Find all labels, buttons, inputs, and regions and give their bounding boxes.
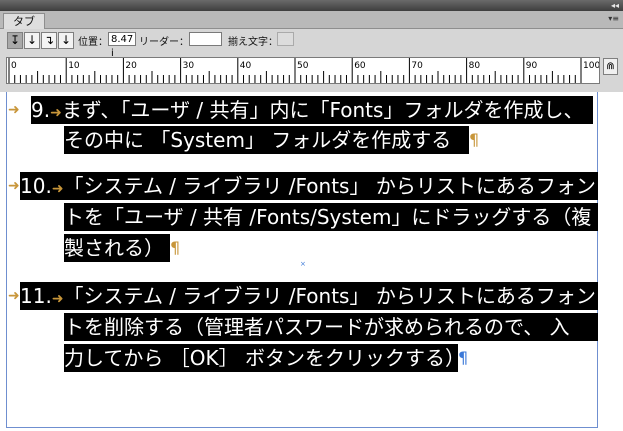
ruler-label: 30	[183, 61, 195, 71]
leader-label: リーダー：	[139, 37, 189, 48]
paragraph-end-icon: ¶	[469, 130, 480, 149]
paragraph-end-icon: ¶	[170, 238, 181, 257]
align-on-label: 揃え文字：	[228, 37, 278, 48]
paragraph-10-line-1: 10.➜「システム / ライブラリ /Fonts」 からリストにあるフォン	[20, 172, 598, 200]
ruler-zone: 0 10 20 30 40 50 60 70 80 90 100 ⋒	[0, 51, 623, 92]
left-justified-tab-button[interactable]: ↧	[7, 32, 23, 49]
collapse-panel-button[interactable]: ◂◂	[611, 0, 619, 11]
ruler-label: 0	[11, 61, 17, 71]
document-area: ➜ 9.➜まず、「ユーザ / 共有」内に「Fonts」フォルダを作成し、 その中…	[0, 92, 623, 431]
panel-titlebar[interactable]: ◂◂	[0, 0, 623, 11]
tab-character-icon: ➜	[8, 178, 20, 194]
paragraph-11-text-3: 力してから ［OK］ ボタンをクリックする）	[64, 346, 458, 370]
paragraph-10-line-2: トを「ユーザ / 共有 /Fonts/System」にドラッグする（複	[64, 203, 598, 231]
paragraph-11-number: 11.	[20, 284, 52, 308]
position-panel-above-frame-button[interactable]: ⋒	[603, 58, 618, 75]
paragraph-9-line-2: その中に 「System」 フォルダを作成する	[64, 126, 469, 154]
tab-tabs[interactable]: タブ	[3, 13, 45, 29]
paragraph-11-line-2: トを削除する（管理者パスワードが求められるので、 入	[64, 313, 598, 341]
tab-character-icon: ➜	[50, 105, 62, 121]
tab-character-icon: ➜	[8, 102, 20, 118]
align-to-decimal-tab-button[interactable]: ↓	[58, 32, 74, 49]
ruler-label: 70	[411, 61, 423, 71]
paragraph-9-text-1: まず、「ユーザ / 共有」内に「Fonts」フォルダを作成し、	[61, 98, 584, 122]
ruler-label: 90	[526, 61, 538, 71]
paragraph-end-icon: ¶	[458, 348, 469, 367]
ruler-label: 60	[354, 61, 366, 71]
center-justified-tab-button[interactable]: ↓	[24, 32, 40, 49]
paragraph-10-number: 10.	[20, 174, 52, 198]
position-label: 位置：	[78, 37, 108, 48]
tab-controls: ↧ ↓ ↴ ↓ 位置： 8.47 i リーダー： 揃え文字：	[0, 29, 623, 59]
panel-tabstrip: タブ ▾≡	[0, 11, 623, 29]
tab-character-icon: ➜	[51, 181, 64, 197]
tab-character-icon: ➜	[8, 288, 20, 304]
ruler-label: 10	[68, 61, 80, 71]
paragraph-10-line-3: 製される）	[64, 234, 170, 262]
ruler-label: 80	[469, 61, 481, 71]
paragraph-10-text-3: 製される）	[64, 236, 164, 260]
tab-ruler[interactable]: 0 10 20 30 40 50 60 70 80 90 100	[6, 57, 600, 84]
ruler-label: 40	[240, 61, 252, 71]
leader-input[interactable]	[189, 32, 222, 46]
right-justified-tab-button[interactable]: ↴	[41, 32, 57, 49]
paragraph-11-text-1: 「システム / ライブラリ /Fonts」 からリストにあるフォン	[63, 284, 596, 308]
paragraph-9-number: 9.	[31, 98, 51, 122]
ruler-ticks-svg: 0 10 20 30 40 50 60 70 80 90 100	[8, 58, 600, 83]
tabs-panel: ◂◂ タブ ▾≡ ↧ ↓ ↴ ↓ 位置： 8.47 i リーダー： 揃え文字： …	[0, 0, 623, 92]
tab-character-icon: ➜	[51, 291, 64, 307]
frame-center-icon: ×	[300, 260, 306, 268]
paragraph-10-text-2: トを「ユーザ / 共有 /Fonts/System」にドラッグする（複	[64, 205, 592, 229]
align-on-input[interactable]	[277, 32, 294, 46]
paragraph-11-line-3: 力してから ［OK］ ボタンをクリックする）	[64, 344, 458, 372]
panel-menu-icon[interactable]: ▾≡	[608, 14, 619, 23]
ruler-label: 100	[583, 61, 599, 71]
paragraph-11-text-2: トを削除する（管理者パスワードが求められるので、 入	[64, 315, 570, 339]
paragraph-9-text-2: その中に 「System」 フォルダを作成する	[64, 128, 452, 152]
ruler-label: 50	[297, 61, 309, 71]
paragraph-9-line-1: 9.➜まず、「ユーザ / 共有」内に「Fonts」フォルダを作成し、	[31, 96, 593, 124]
paragraph-11-line-1: 11.➜「システム / ライブラリ /Fonts」 からリストにあるフォン	[20, 282, 598, 310]
paragraph-10-text-1: 「システム / ライブラリ /Fonts」 からリストにあるフォン	[63, 174, 596, 198]
position-input[interactable]: 8.47 i	[108, 32, 136, 59]
ruler-label: 20	[125, 61, 137, 71]
